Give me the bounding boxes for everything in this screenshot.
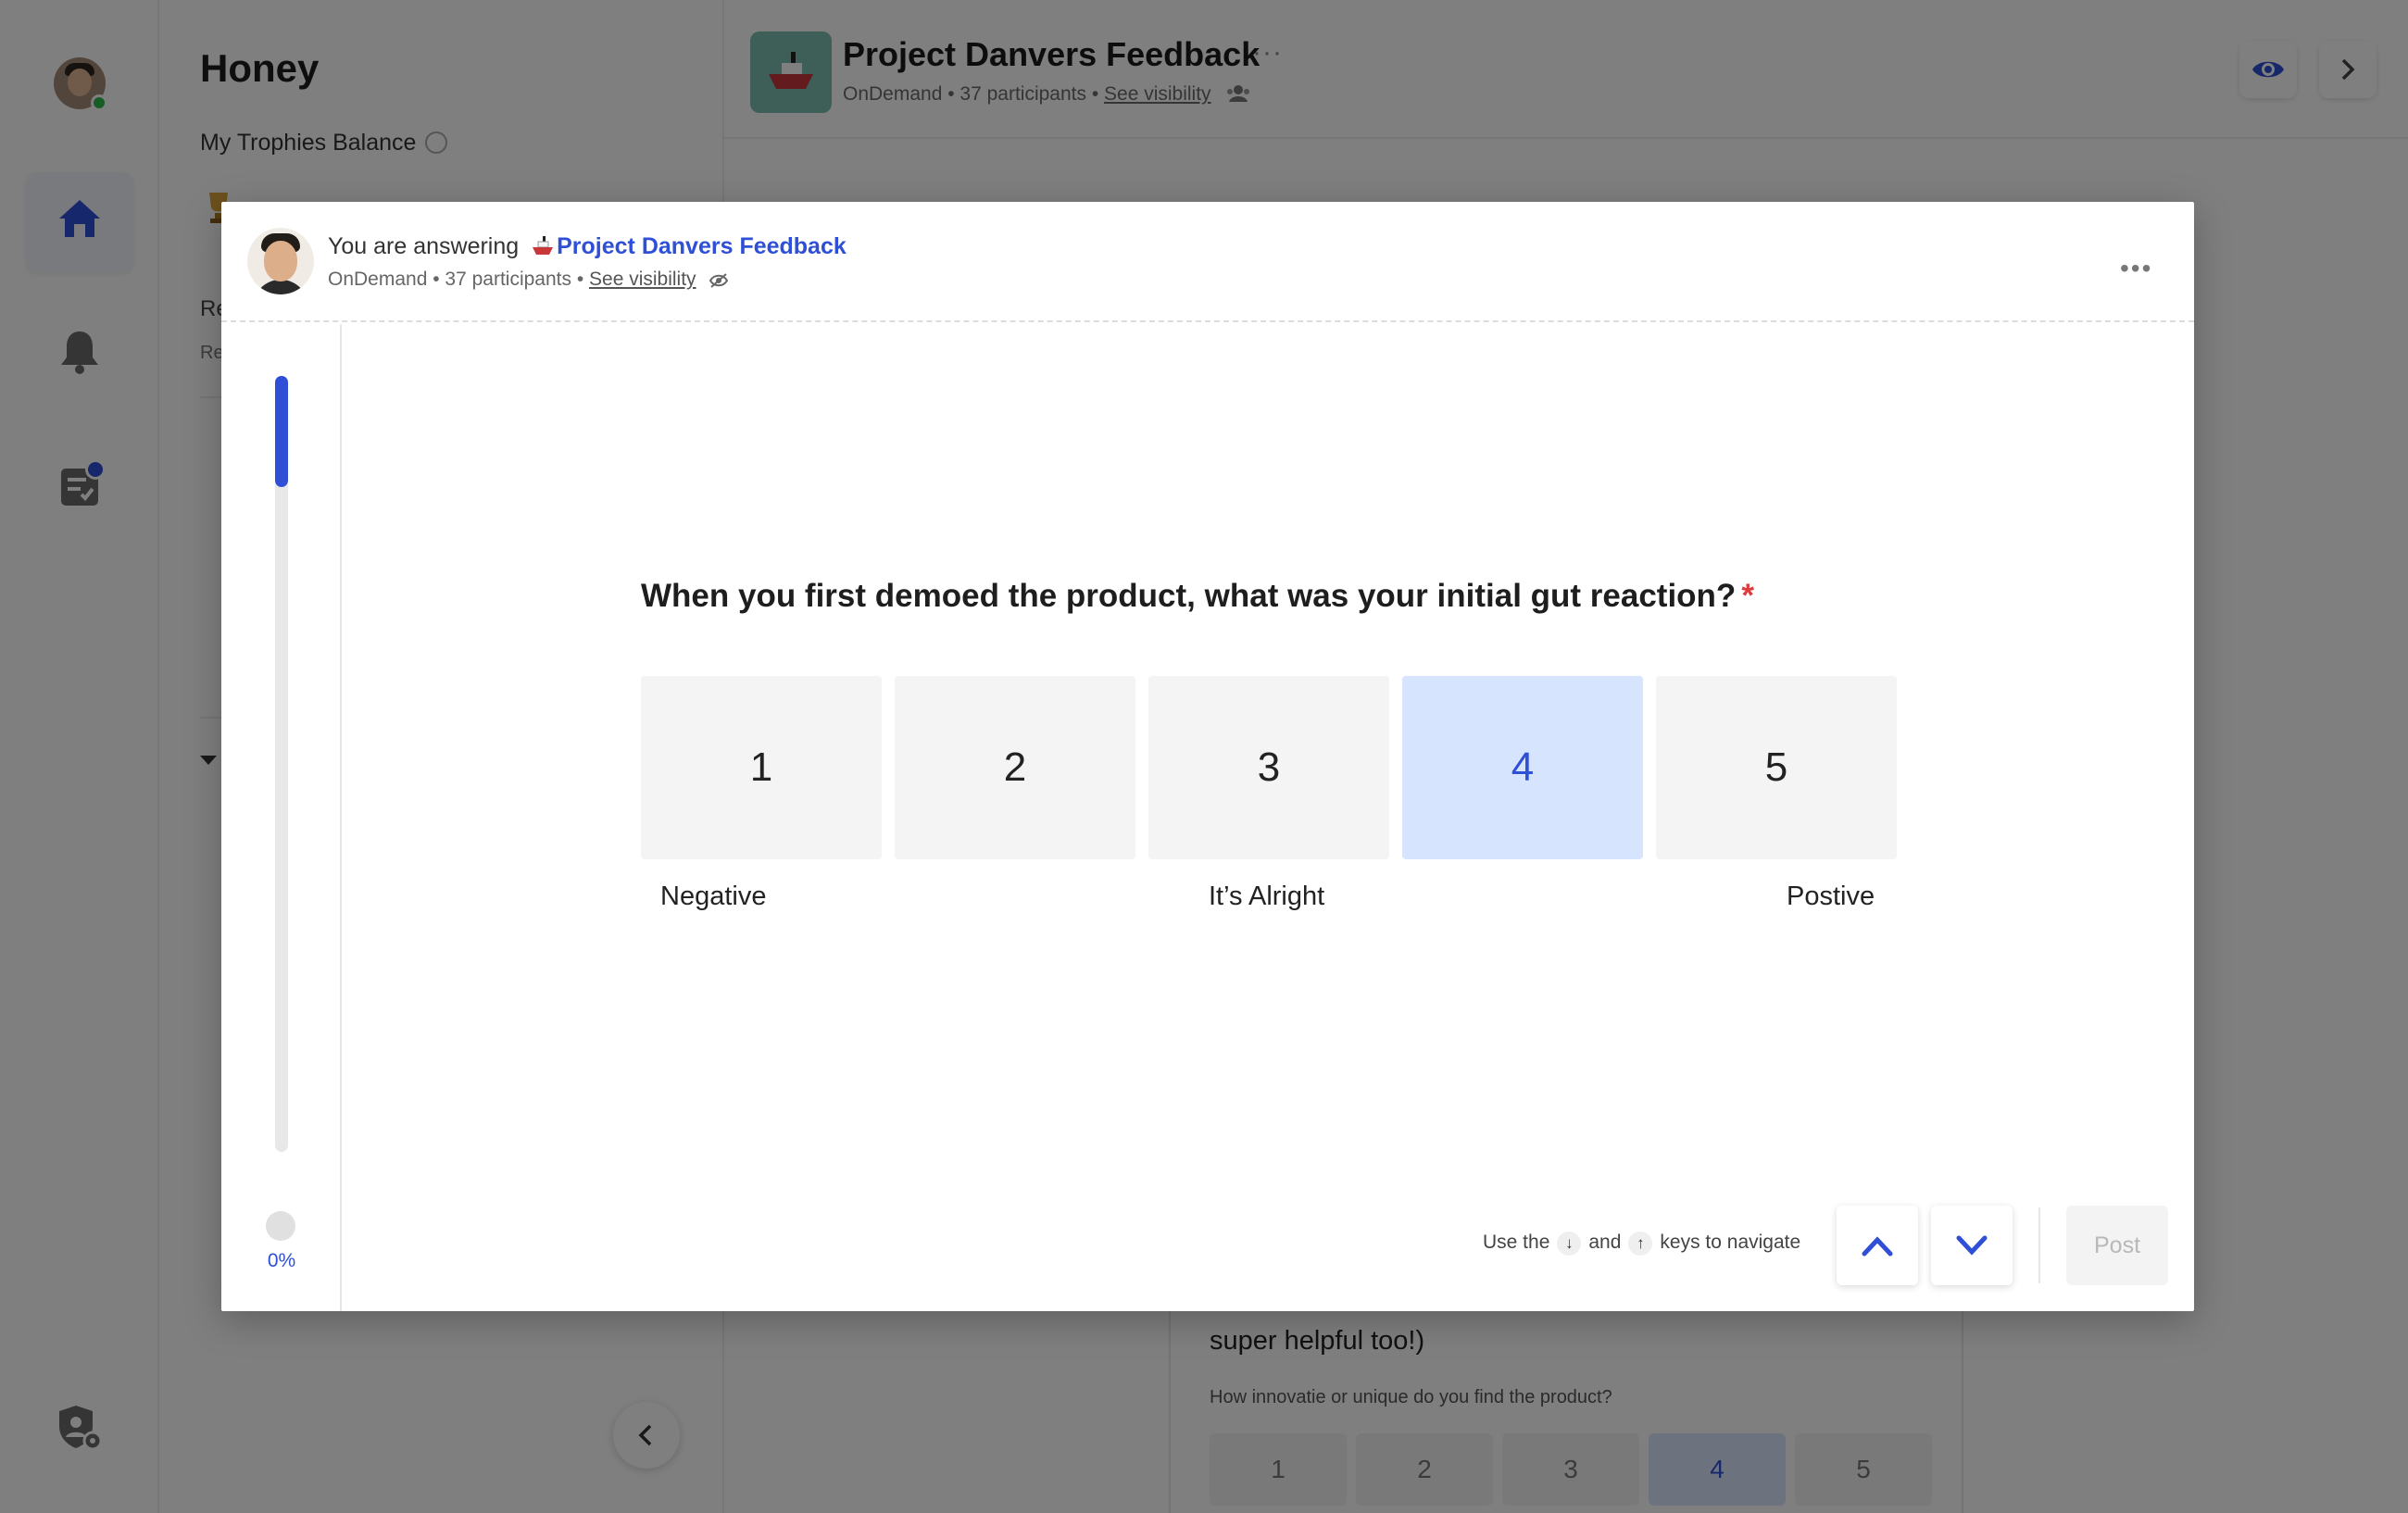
next-question-button[interactable]: [1931, 1206, 2013, 1285]
button-separator: [2038, 1207, 2040, 1283]
up-arrow-key-icon: ↑: [1628, 1232, 1653, 1256]
scale-option-4-selected[interactable]: 4: [1402, 676, 1643, 859]
progress-track: [275, 376, 288, 1152]
ship-icon: [533, 236, 554, 255]
modal-header: You are answering Project Danvers Feedba…: [221, 202, 2194, 322]
scale-option-2[interactable]: 2: [895, 676, 1135, 859]
see-visibility-link[interactable]: See visibility: [589, 269, 696, 290]
modal-project-meta: OnDemand • 37 participants • See visibil…: [328, 269, 729, 291]
keyboard-nav-hint: Use the ↓ and ↑ keys to navigate: [1483, 1232, 1800, 1256]
scale-mid-label: It’s Alright: [1209, 882, 1325, 911]
scale-option-1[interactable]: 1: [641, 676, 882, 859]
chevron-down-icon: [1956, 1235, 1988, 1256]
chevron-up-icon: [1862, 1236, 1893, 1257]
project-link[interactable]: Project Danvers Feedback: [557, 233, 847, 259]
progress-scroll-indicator[interactable]: [275, 376, 288, 487]
scale-low-label: Negative: [660, 882, 767, 911]
progress-knob: [266, 1211, 295, 1241]
required-mark: *: [1741, 578, 1754, 614]
down-arrow-key-icon: ↓: [1557, 1232, 1582, 1256]
scale-high-label: Postive: [1787, 882, 1875, 911]
previous-question-button[interactable]: [1837, 1206, 1918, 1285]
rating-scale: 1 2 3 4 5: [641, 676, 1897, 859]
answering-line: You are answering Project Danvers Feedba…: [328, 233, 847, 259]
post-button[interactable]: Post: [2066, 1206, 2168, 1285]
progress-column: 0%: [221, 324, 342, 1311]
scale-option-3[interactable]: 3: [1148, 676, 1389, 859]
eye-off-icon: [709, 273, 729, 288]
scale-option-5[interactable]: 5: [1656, 676, 1897, 859]
progress-percent: 0%: [267, 1250, 296, 1271]
modal-more-menu[interactable]: •••: [2120, 254, 2152, 283]
respondent-avatar: [247, 228, 314, 294]
answer-modal: You are answering Project Danvers Feedba…: [221, 202, 2194, 1311]
question-text: When you first demoed the product, what …: [641, 578, 1754, 614]
